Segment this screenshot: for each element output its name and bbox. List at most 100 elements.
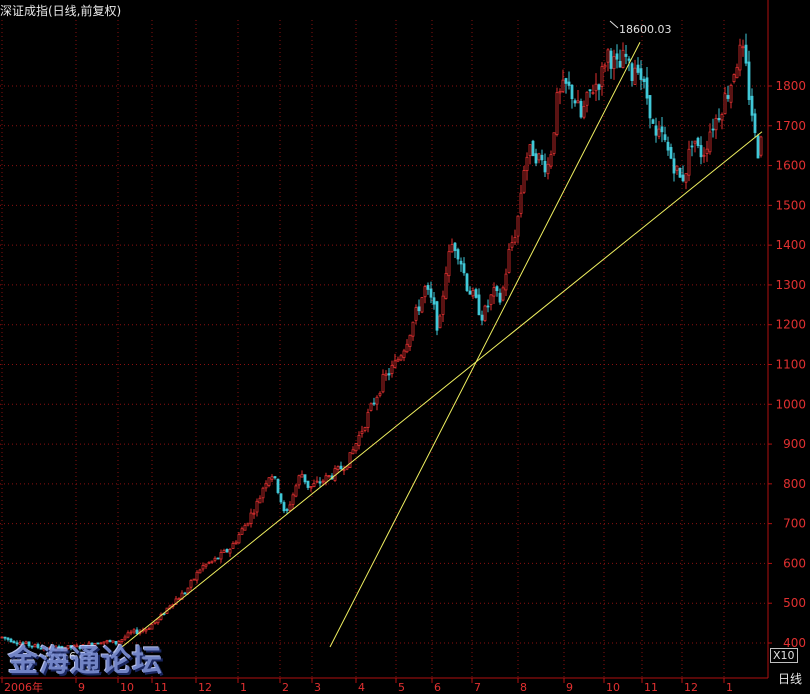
- candle-up: [186, 587, 190, 594]
- candle-down: [564, 78, 568, 84]
- x-tick-label: 10: [120, 681, 134, 694]
- candle-down: [681, 174, 685, 182]
- candle-up: [507, 248, 511, 273]
- candle-up: [606, 49, 610, 63]
- x-tick-label: 1: [240, 681, 247, 694]
- candle-down: [426, 285, 430, 290]
- x-tick-label: 10: [606, 681, 620, 694]
- y-tick-label: 1800: [775, 79, 806, 93]
- candle-up: [444, 273, 448, 299]
- candle-up: [555, 92, 559, 135]
- candle-up: [516, 215, 520, 237]
- candle-down: [747, 61, 751, 100]
- candle-up: [150, 623, 154, 630]
- x-tick-label: 6: [434, 681, 441, 694]
- candle-down: [636, 64, 640, 73]
- candle-down: [660, 126, 664, 133]
- candle-up: [351, 449, 355, 455]
- chart-annotations: 18600.033766.83: [36, 20, 672, 663]
- steep-trendline: [329, 42, 641, 648]
- candle-up: [156, 618, 160, 624]
- candle-down: [456, 249, 460, 260]
- candle-down: [282, 502, 286, 512]
- candle-up: [723, 93, 727, 115]
- x-tick-label: 7: [474, 681, 481, 694]
- candle-up: [396, 358, 400, 362]
- candle-down: [639, 68, 643, 80]
- candlestick-series: [0, 33, 763, 653]
- y-tick-label: 800: [783, 477, 806, 491]
- candle-down: [3, 636, 7, 639]
- candle-up: [420, 297, 424, 313]
- candle-up: [270, 476, 274, 480]
- candle-up: [369, 403, 373, 411]
- candle-up: [198, 569, 202, 574]
- candle-up: [414, 307, 418, 321]
- candle-up: [195, 571, 199, 581]
- candle-up: [177, 598, 181, 600]
- candle-up: [447, 251, 451, 277]
- candle-up: [738, 44, 742, 71]
- candle-down: [597, 84, 601, 90]
- scale-badge[interactable]: X10: [770, 648, 798, 663]
- candle-up: [204, 563, 208, 567]
- candle-down: [579, 101, 583, 118]
- candle-up: [741, 46, 745, 49]
- candle-up: [243, 524, 247, 531]
- candle-down: [435, 301, 439, 331]
- candle-down: [429, 288, 433, 298]
- candle-up: [231, 543, 235, 549]
- candle-up: [219, 552, 223, 560]
- candle-up: [258, 497, 262, 504]
- candle-up: [546, 163, 550, 175]
- candle-up: [348, 452, 352, 468]
- candle-up: [576, 100, 580, 104]
- candle-up: [246, 522, 250, 526]
- candle-up: [525, 156, 529, 172]
- candle-down: [618, 60, 622, 68]
- candle-up: [336, 466, 340, 470]
- candle-up: [210, 560, 214, 563]
- candle-down: [567, 81, 571, 86]
- candle-down: [648, 95, 652, 119]
- x-tick-label: 9: [566, 681, 573, 694]
- candle-down: [225, 549, 229, 553]
- candle-down: [750, 95, 754, 116]
- candle-up: [384, 373, 388, 376]
- y-tick-label: 500: [783, 596, 806, 610]
- candle-up: [561, 79, 565, 92]
- candle-up: [324, 475, 328, 483]
- candle-up: [363, 427, 367, 431]
- candle-down: [615, 53, 619, 60]
- candle-down: [726, 95, 730, 99]
- candle-up: [234, 541, 238, 544]
- candle-up: [300, 473, 304, 478]
- y-tick-label: 1300: [775, 278, 806, 292]
- x-tick-label: 2006年: [4, 680, 43, 694]
- period-label[interactable]: 日线: [778, 670, 802, 687]
- candle-up: [522, 170, 526, 193]
- candle-up: [600, 66, 604, 87]
- candle-up: [705, 148, 709, 155]
- candle-down: [690, 145, 694, 148]
- candle-up: [492, 287, 496, 297]
- candle-down: [588, 89, 592, 92]
- candle-up: [240, 528, 244, 535]
- candle-down: [663, 134, 667, 141]
- chart-axes: 4005006007008009001000110012001300140015…: [0, 0, 806, 694]
- candle-down: [531, 140, 535, 157]
- candle-up: [585, 91, 589, 106]
- candle-down: [570, 84, 574, 100]
- candle-up: [315, 480, 319, 483]
- candle-up: [237, 534, 241, 544]
- y-tick-label: 600: [783, 556, 806, 570]
- candle-up: [633, 67, 637, 85]
- candle-down: [699, 145, 703, 158]
- candle-up: [558, 90, 562, 94]
- x-tick-label: 12: [198, 681, 212, 694]
- candle-down: [744, 44, 748, 64]
- candle-down: [135, 629, 139, 634]
- candle-up: [393, 360, 397, 368]
- candle-up: [735, 67, 739, 79]
- candle-up: [513, 237, 517, 243]
